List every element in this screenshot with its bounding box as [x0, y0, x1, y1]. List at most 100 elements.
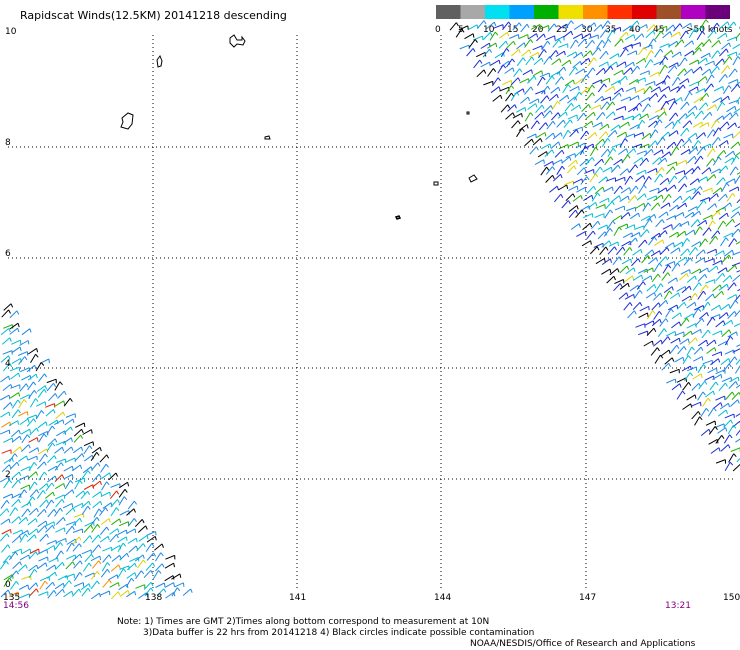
wind-barb-flag	[8, 518, 11, 523]
wind-barb-flag	[686, 127, 690, 132]
wind-barb	[687, 206, 698, 212]
wind-barb	[607, 148, 614, 158]
wind-barb	[651, 302, 659, 311]
wind-barb	[48, 393, 56, 402]
wind-barb	[644, 249, 653, 257]
wind-barb-flag	[718, 156, 722, 161]
wind-barb	[659, 43, 670, 48]
wind-barb-flag	[543, 49, 547, 53]
wind-barb	[719, 121, 728, 130]
wind-barb-flag	[511, 58, 515, 63]
wind-barb-flag	[29, 328, 32, 333]
wind-barb	[717, 409, 727, 417]
wind-barb	[55, 550, 62, 560]
wind-barb	[730, 83, 739, 93]
wind-barb	[694, 416, 701, 426]
wind-barb	[734, 365, 740, 374]
wind-barb-flag	[99, 501, 103, 506]
wind-barb-flag	[572, 79, 575, 85]
wind-barb-flag	[705, 284, 709, 289]
wind-barb-flag	[527, 96, 530, 101]
wind-barb	[697, 176, 708, 182]
wind-barb-flag	[80, 446, 84, 451]
wind-barb	[38, 453, 46, 463]
wind-barb-flag	[8, 309, 11, 314]
wind-barb-flag	[694, 275, 697, 280]
wind-barb-flag	[705, 220, 708, 225]
wind-barb	[634, 225, 644, 230]
wind-barb-flag	[618, 92, 622, 97]
wind-barb	[46, 425, 53, 435]
wind-barb-flag	[685, 30, 689, 35]
wind-barb-flag	[603, 67, 606, 73]
wind-barb-flag	[693, 229, 696, 235]
wind-barb	[629, 95, 639, 101]
wind-barb	[650, 347, 658, 356]
wind-barb	[597, 231, 606, 240]
wind-barb-flag	[518, 22, 522, 27]
wind-barb	[558, 43, 568, 48]
wind-barb	[600, 101, 608, 110]
wind-barb-flag	[629, 187, 632, 192]
wind-barb-flag	[703, 249, 706, 254]
wind-barb-flag	[649, 218, 653, 223]
wind-barb-flag	[150, 587, 154, 592]
wind-barb-flag	[614, 246, 618, 251]
wind-barb	[702, 38, 710, 47]
wind-barb-flag	[547, 85, 551, 90]
wind-barb-flag	[560, 174, 563, 179]
wind-barb-flag	[643, 203, 646, 208]
wind-barb	[46, 378, 57, 384]
wind-barb-flag	[607, 61, 609, 66]
wind-barb	[682, 138, 690, 147]
wind-barb-flag	[687, 78, 690, 83]
wind-barb-flag	[721, 290, 724, 296]
wind-barb	[692, 66, 701, 74]
wind-barb	[537, 76, 544, 86]
wind-barb	[111, 554, 121, 562]
wind-barb-flag	[61, 474, 65, 479]
wind-barb	[527, 103, 536, 110]
wind-barb	[592, 122, 602, 128]
wind-barb-flag	[27, 530, 29, 535]
wind-barb	[645, 80, 655, 86]
wind-barb-flag	[737, 186, 740, 191]
wind-barb	[551, 58, 560, 66]
wind-barb-flag	[649, 86, 653, 90]
wind-barb	[625, 34, 635, 41]
wind-barb-flag	[146, 535, 149, 540]
wind-barb-flag	[591, 84, 595, 89]
wind-barb-flag	[703, 364, 707, 368]
wind-barb	[572, 178, 583, 184]
y-label-10: 10	[5, 27, 17, 37]
wind-barb	[726, 36, 737, 42]
wind-barb	[582, 222, 591, 231]
wind-barb-flag	[589, 33, 592, 38]
wind-barb-flag	[729, 56, 733, 61]
wind-barb-flag	[88, 583, 91, 588]
wind-barb	[682, 381, 689, 391]
wind-barb	[63, 426, 72, 435]
wind-barb	[710, 168, 721, 174]
wind-barb-flag	[35, 518, 38, 523]
wind-barb	[732, 130, 740, 139]
wind-barb-flag	[599, 166, 603, 171]
wind-barb-flag	[10, 303, 14, 308]
wind-barb-flag	[725, 237, 729, 242]
wind-barb-flag	[590, 240, 592, 245]
wind-barb-flag	[633, 148, 637, 153]
wind-barb-flag	[63, 494, 66, 499]
wind-barb	[728, 68, 736, 78]
wind-barb	[0, 500, 8, 509]
wind-barb	[0, 411, 10, 418]
wind-barb-flag	[593, 57, 597, 62]
wind-barb	[632, 248, 642, 256]
wind-barb-flag	[733, 282, 737, 287]
wind-barb-flag	[692, 112, 696, 117]
wind-barb-flag	[655, 129, 659, 134]
wind-barb	[701, 329, 709, 339]
island-outline	[120, 112, 134, 130]
wind-barb	[688, 337, 696, 346]
wind-barb-flag	[677, 262, 681, 267]
wind-barb-flag	[35, 582, 39, 587]
